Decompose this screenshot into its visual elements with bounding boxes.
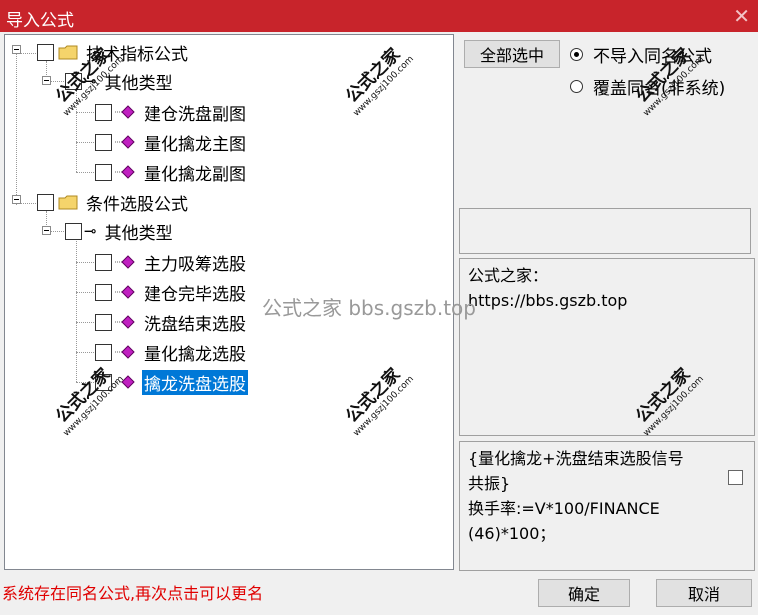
tree-item-label: 量化擒龙主图 [144,134,246,155]
checkbox[interactable] [95,283,112,301]
formula-gem-icon [115,255,135,269]
tree-item-label: 主力吸筹选股 [144,254,246,275]
collapse-toggle-type2[interactable] [42,226,51,235]
formula-gem-icon [115,345,135,359]
checkbox-root1[interactable] [37,43,54,61]
checkbox[interactable] [95,133,112,151]
formula-gem-icon [115,135,135,149]
folder-icon [58,195,78,209]
formula-gem-icon [115,375,135,389]
tree-item-label: 擒龙洗盘选股 [142,369,248,395]
tree-item[interactable]: 量化擒龙选股 [95,339,248,365]
tree-item-label: 建仓洗盘副图 [144,104,246,125]
tree-item[interactable]: 量化擒龙主图 [95,129,248,155]
desc-line: {量化擒龙+洗盘结束选股信号 [468,449,684,468]
desc-line: 共振} [468,474,511,493]
tree-node-type2[interactable]: ⊸ 其他类型 [65,218,175,244]
checkbox-root2[interactable] [37,193,54,211]
description-checkbox[interactable] [728,470,743,485]
checkbox[interactable] [95,343,112,361]
checkbox[interactable] [95,373,112,391]
center-watermark: 公式之家 bbs.gszb.top [262,296,476,320]
radio-dot[interactable] [570,80,583,93]
tree-node-label: 技术指标公式 [86,44,188,65]
tree-item-label: 洗盘结束选股 [144,314,246,335]
tree-node-root1[interactable]: 技术指标公式 [37,39,190,65]
empty-input-box[interactable] [459,208,751,254]
desc-line: 换手率:=V*100/FINANCE [468,499,660,518]
tree-item-selected[interactable]: 擒龙洗盘选股 [95,369,248,395]
checkbox[interactable] [95,253,112,271]
key-icon: ⊸ [84,72,97,90]
tree-item[interactable]: 量化擒龙副图 [95,159,248,185]
radio-label: 不导入同名公式 [593,47,712,67]
folder-icon [58,45,78,59]
tree-item[interactable]: 建仓洗盘副图 [95,99,248,125]
title-bar: 导入公式 ✕ [0,0,758,32]
collapse-toggle-root2[interactable] [12,195,21,204]
key-icon: ⊸ [84,222,97,240]
cancel-button[interactable]: 取消 [656,579,752,607]
ok-button[interactable]: 确定 [538,579,630,607]
checkbox-type1[interactable] [65,72,82,90]
checkbox[interactable] [95,163,112,181]
description-panel: {量化擒龙+洗盘结束选股信号 共振} 换手率:=V*100/FINANCE (4… [459,441,755,571]
info-line-1: 公式之家： [468,266,549,285]
collapse-toggle-type1[interactable] [42,76,51,85]
info-line-2: https://bbs.gszb.top [468,291,628,310]
tree-item-label: 量化擒龙副图 [144,164,246,185]
info-panel: 公式之家： https://bbs.gszb.top [459,258,755,436]
collapse-toggle-root1[interactable] [12,45,21,54]
radio-label: 覆盖同名(非系统) [593,79,726,99]
checkbox[interactable] [95,103,112,121]
tree-item[interactable]: 主力吸筹选股 [95,249,248,275]
radio-overwrite[interactable]: 覆盖同名(非系统) [570,74,725,99]
checkbox-type2[interactable] [65,222,82,240]
tree-item-label: 建仓完毕选股 [144,284,246,305]
tree-node-label: 其他类型 [104,73,173,94]
tree-item[interactable]: 建仓完毕选股 [95,279,248,305]
select-all-button[interactable]: 全部选中 [464,40,560,68]
tree-node-type1[interactable]: ⊸ 其他类型 [65,68,175,94]
formula-gem-icon [115,105,135,119]
radio-no-import[interactable]: 不导入同名公式 [570,42,712,67]
desc-line: (46)*100； [468,524,556,543]
formula-gem-icon [115,285,135,299]
formula-gem-icon [115,165,135,179]
status-message: 系统存在同名公式,再次点击可以更名 [2,584,264,603]
window-title: 导入公式 [6,11,74,31]
tree-node-root2[interactable]: 条件选股公式 [37,189,190,215]
formula-gem-icon [115,315,135,329]
tree-node-label: 其他类型 [104,223,173,244]
tree-item-label: 量化擒龙选股 [144,344,246,365]
tree-node-label: 条件选股公式 [86,194,188,215]
close-icon[interactable]: ✕ [733,4,750,28]
radio-dot[interactable] [570,48,583,61]
tree-item[interactable]: 洗盘结束选股 [95,309,248,335]
checkbox[interactable] [95,313,112,331]
